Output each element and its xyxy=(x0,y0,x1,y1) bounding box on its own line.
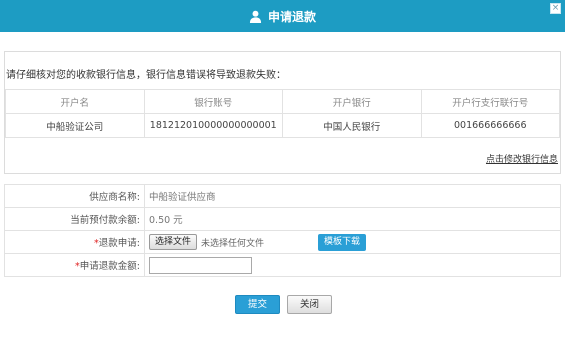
balance-value: 0.50 元 xyxy=(144,207,561,231)
cell-account-name: 中船验证公司 xyxy=(5,113,145,138)
close-icon[interactable]: × xyxy=(550,3,561,14)
template-download-button[interactable]: 模板下载 xyxy=(318,233,367,251)
dialog-title: 申请退款 xyxy=(267,9,316,24)
bank-notice: 请仔细核对您的收款银行信息，银行信息错误将导致退款失败： xyxy=(6,70,286,81)
bank-table-header: 开户名 银行账号 开户银行 开户行支行联行号 xyxy=(5,89,560,114)
column-header-bank: 开户银行 xyxy=(282,89,422,114)
user-icon xyxy=(249,10,262,23)
apply-value-cell: 选择文件 未选择任何文件 模板下载 xyxy=(144,230,561,254)
refund-form: 供应商名称: 中船验证供应商 当前预付款余额: 0.50 元 *退款申请: 选择… xyxy=(4,184,561,277)
file-status: 未选择任何文件 xyxy=(201,238,265,249)
submit-button[interactable]: 提交 xyxy=(235,295,280,314)
cell-bank: 中国人民银行 xyxy=(282,113,422,138)
amount-label-cell: *申请退款金额: xyxy=(4,253,145,277)
form-row-apply: *退款申请: 选择文件 未选择任何文件 模板下载 xyxy=(4,230,561,254)
table-row: 中船验证公司 181212010000000000001 中国人民银行 0016… xyxy=(5,113,560,138)
footer-buttons: 提交 关闭 xyxy=(0,295,565,315)
close-button[interactable]: 关闭 xyxy=(287,295,332,314)
column-header-branch-code: 开户行支行联行号 xyxy=(420,89,560,114)
cell-branch-code: 001666666666 xyxy=(420,113,560,138)
cell-account-number: 181212010000000000001 xyxy=(143,113,283,138)
bank-info-table: 开户名 银行账号 开户银行 开户行支行联行号 中船验证公司 1812120100… xyxy=(5,89,560,138)
form-row-balance: 当前预付款余额: 0.50 元 xyxy=(4,207,561,231)
column-header-account-number: 银行账号 xyxy=(143,89,283,114)
apply-label: 退款申请: xyxy=(98,238,140,249)
apply-label-cell: *退款申请: xyxy=(4,230,145,254)
refund-amount-input[interactable] xyxy=(149,256,252,274)
supplier-value: 中船验证供应商 xyxy=(144,184,561,208)
column-header-account-name: 开户名 xyxy=(5,89,145,114)
form-row-amount: *申请退款金额: xyxy=(4,253,561,277)
bank-info-panel: 请仔细核对您的收款银行信息，银行信息错误将导致退款失败： 开户名 银行账号 开户… xyxy=(4,51,561,174)
form-row-supplier: 供应商名称: 中船验证供应商 xyxy=(4,184,561,208)
balance-label: 当前预付款余额: xyxy=(4,207,145,231)
modify-bank-info-link[interactable]: 点击修改银行信息 xyxy=(486,152,558,165)
dialog-title-bar: 申请退款 xyxy=(0,0,565,32)
supplier-label: 供应商名称: xyxy=(4,184,145,208)
choose-file-button[interactable]: 选择文件 xyxy=(149,234,198,250)
refund-dialog: 申请退款 × 请仔细核对您的收款银行信息，银行信息错误将导致退款失败： 开户名 … xyxy=(0,0,565,343)
amount-label: 申请退款金额: xyxy=(79,261,140,272)
amount-value-cell xyxy=(144,253,561,277)
